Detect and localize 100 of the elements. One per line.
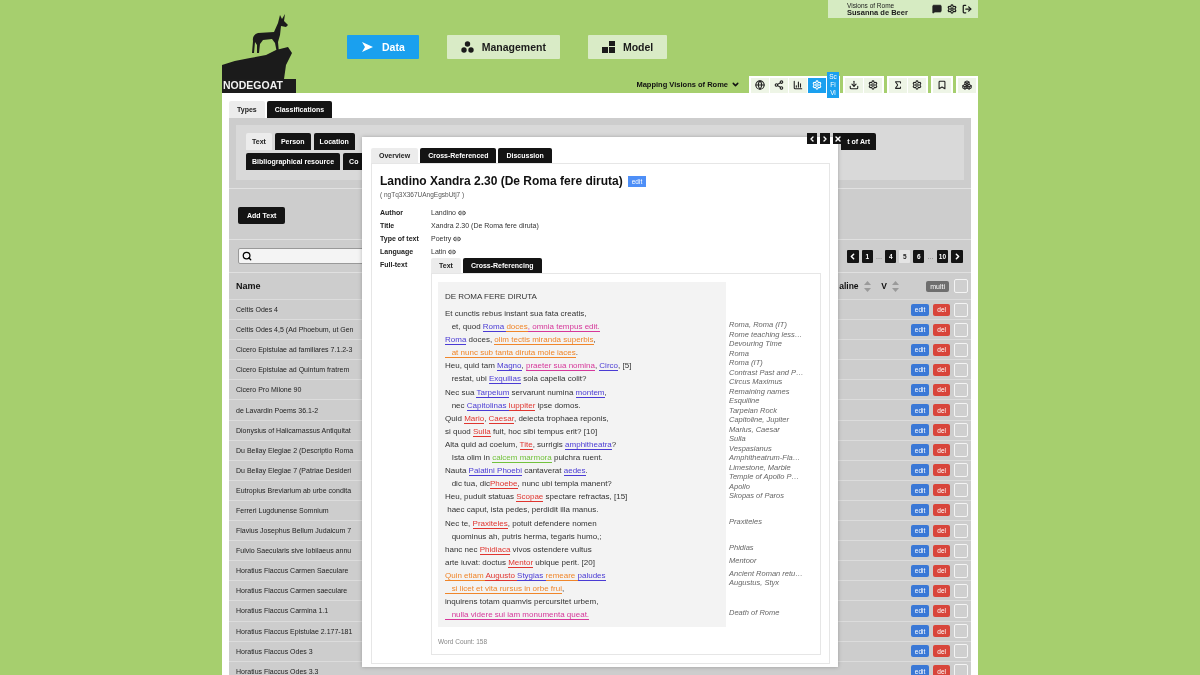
annotation-link[interactable]: at nunc sub tanta diruta mole iaces	[445, 348, 576, 359]
close-button[interactable]	[833, 133, 843, 144]
row-checkbox[interactable]	[954, 483, 968, 498]
nav-button[interactable]: Model	[587, 35, 668, 59]
annotation-link[interactable]: remeare	[545, 570, 578, 581]
column-header[interactable]: aline	[839, 281, 859, 291]
poem-line: inquirens totam quamvis percursitet urbem,	[445, 596, 600, 609]
download-button[interactable]	[845, 77, 863, 93]
logout-icon[interactable]	[962, 4, 972, 14]
row-checkbox[interactable]	[954, 322, 968, 337]
annotation-link[interactable]: Scopae	[516, 492, 544, 503]
annotation-link[interactable]: Capitolinas	[466, 400, 509, 411]
globe-button[interactable]	[751, 77, 769, 93]
annotation-link[interactable]: aedes	[563, 466, 586, 477]
annotation-link[interactable]: Magno	[497, 361, 522, 372]
row-checkbox[interactable]	[954, 443, 968, 458]
settings-button[interactable]	[864, 77, 882, 93]
annotation-link[interactable]: Iuppiter	[508, 400, 536, 411]
row-checkbox[interactable]	[954, 382, 968, 397]
chart-button[interactable]	[789, 77, 807, 93]
chart-icon	[793, 80, 803, 90]
annotation-link[interactable]: Roma	[445, 335, 467, 346]
row-checkbox[interactable]	[954, 463, 968, 478]
settings-icon	[812, 80, 822, 90]
annotation-link[interactable]: Exquilias	[489, 374, 522, 385]
row-checkbox[interactable]	[954, 644, 968, 659]
row-checkbox[interactable]	[954, 624, 968, 639]
poem-line: si quod Sulla fuit, hoc sibi tempus erit? [10]	[445, 425, 599, 438]
row-checkbox[interactable]	[954, 583, 968, 598]
poem-line: hanc nec Phidiaca vivos ostendere vultus	[445, 543, 593, 556]
row-checkbox[interactable]	[954, 342, 968, 357]
annotation-link[interactable]: Caesar	[488, 413, 514, 424]
annotation-link[interactable]: paludes	[577, 570, 606, 581]
annotation-link[interactable]: Phidiaca	[479, 544, 511, 555]
poem-line: Nauta Palatini Phoebi cantaverat aedes.	[445, 465, 589, 478]
annotation-link[interactable]: Mentor	[508, 557, 534, 568]
annotation-link[interactable]: Tite	[519, 439, 533, 450]
annotation-link[interactable]: Augusto	[485, 570, 518, 581]
annotation-link[interactable]: Tarpeium	[476, 387, 510, 398]
row-checkbox[interactable]	[954, 543, 968, 558]
poem-line: Quid Mario, Caesar, deiecta trophaea reponis,	[445, 412, 610, 425]
annotation-link[interactable]: Stygias	[517, 570, 546, 581]
annotation-link[interactable]: nulla videre sui iam monumenta queat.	[445, 610, 590, 621]
sigma-icon	[893, 80, 903, 90]
nav-button[interactable]: Data	[347, 35, 419, 59]
annotation-link[interactable]: Phoebe	[489, 479, 518, 490]
close-icon	[834, 134, 842, 143]
download-icon	[849, 80, 859, 90]
nav-button[interactable]: Management	[446, 35, 560, 59]
annotation-link[interactable]: Roma	[482, 322, 507, 333]
annotation-link[interactable]: Praxiteles	[472, 518, 508, 529]
annotation-link[interactable]: amphitheatra	[565, 439, 612, 450]
chevron-right-icon	[821, 134, 829, 143]
annotation-link[interactable]: doces	[506, 322, 528, 333]
sigma-button[interactable]	[889, 77, 907, 93]
annotation-link[interactable]: olim tectis miranda superbis	[494, 335, 594, 346]
row-checkbox[interactable]	[954, 423, 968, 438]
sort-icon[interactable]	[863, 280, 871, 292]
poem-heading: DE ROMA FERE DIRUTA	[445, 291, 538, 303]
annotation-link[interactable]: Quin etiam	[445, 570, 486, 581]
select-all-checkbox[interactable]	[954, 279, 968, 293]
link-icon[interactable]	[448, 247, 457, 256]
poem-line: restat, ubi Exquilias sola capella colit?	[450, 373, 588, 386]
sort-icon[interactable]	[891, 280, 899, 292]
row-checkbox[interactable]	[954, 563, 968, 578]
link-icon[interactable]	[457, 208, 466, 217]
annotation-link[interactable]: Circo	[599, 361, 618, 372]
row-checkbox[interactable]	[954, 362, 968, 377]
previous-page-button[interactable]	[846, 249, 859, 263]
annotation-link[interactable]: Sulla	[473, 426, 491, 437]
row-checkbox[interactable]	[954, 664, 968, 675]
column-header[interactable]: V	[881, 281, 887, 291]
chat-icon[interactable]	[932, 4, 942, 14]
settings-icon[interactable]	[947, 4, 957, 14]
poem-line: haec caput, ista pedes, perdidit illa manus.	[446, 504, 600, 517]
row-checkbox[interactable]	[954, 523, 968, 538]
logo-text: NODEGOAT	[222, 79, 296, 93]
next-button[interactable]	[820, 133, 830, 144]
caret-icon	[731, 80, 740, 89]
poem-line: Alta quid ad coelum, Tite, surrigis amphitheatra?	[445, 438, 618, 452]
annotation-link[interactable]: si licet et vita rursus in orbe frui	[445, 583, 562, 594]
settings-button[interactable]	[908, 77, 926, 93]
next-page-button[interactable]	[951, 249, 963, 263]
row-checkbox[interactable]	[954, 302, 968, 317]
previous-button[interactable]	[807, 133, 817, 144]
poem-line: Et cunctis rebus instant sua fata creatis,	[445, 308, 588, 320]
poem-line: dic tua, dicPhoebe, nunc ubi templa manent?	[450, 478, 613, 491]
row-checkbox[interactable]	[954, 403, 968, 417]
annotation-link[interactable]: montem	[575, 387, 605, 398]
annotation-link[interactable]: , omnia tempus edit.	[527, 322, 600, 333]
network-button[interactable]	[770, 77, 788, 93]
annotation-link[interactable]: praeter sua nomina	[525, 361, 595, 372]
annotation-link[interactable]: Palatini Phoebi	[468, 466, 522, 477]
row-checkbox[interactable]	[954, 603, 968, 618]
poem-line: quominus ah, putris herma, tegaris humo,;	[450, 530, 603, 543]
link-icon[interactable]	[453, 234, 462, 243]
poem-line: si licet et vita rursus in orbe frui,	[445, 581, 719, 596]
poem-line: et, quod Roma doces, omnia tempus edit.	[450, 321, 601, 334]
record-title: Landino Xandra 2.30 (De Roma fere diruta)	[380, 174, 623, 188]
row-checkbox[interactable]	[954, 503, 968, 518]
